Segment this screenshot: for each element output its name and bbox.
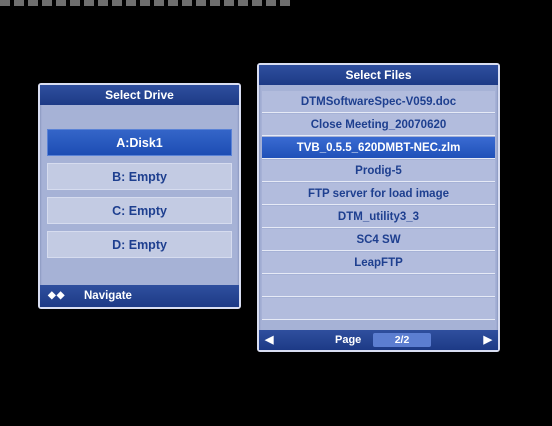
file-row-empty <box>262 275 495 297</box>
file-row-empty <box>262 298 495 320</box>
drive-item-b[interactable]: B: Empty <box>47 163 232 190</box>
file-row[interactable]: SC4 SW <box>262 229 495 251</box>
file-row[interactable]: DTMSoftwareSpec-V059.doc <box>262 91 495 113</box>
select-files-title: Select Files <box>259 65 498 85</box>
next-page-arrow-icon[interactable]: ▶ <box>484 330 492 350</box>
previous-page-arrow-icon[interactable]: ◀ <box>265 330 273 350</box>
file-row[interactable]: FTP server for load image <box>262 183 495 205</box>
screen-edge-artifact <box>0 0 292 6</box>
select-files-panel: Select Files DTMSoftwareSpec-V059.doc Cl… <box>257 63 500 352</box>
page-label: Page <box>335 334 362 346</box>
file-row[interactable]: Prodig-5 <box>262 160 495 182</box>
select-drive-title: Select Drive <box>40 85 239 105</box>
navigate-label: Navigate <box>84 290 132 302</box>
drive-item-c[interactable]: C: Empty <box>47 197 232 224</box>
drive-item-d[interactable]: D: Empty <box>47 231 232 258</box>
file-row[interactable]: DTM_utility3_3 <box>262 206 495 228</box>
navigate-hint-bar: ◆◆ Navigate <box>40 285 239 307</box>
file-row-selected[interactable]: TVB_0.5.5_620DMBT-NEC.zlm <box>262 137 495 159</box>
file-row[interactable]: LeapFTP <box>262 252 495 274</box>
select-drive-panel: Select Drive A:Disk1 B: Empty C: Empty D… <box>38 83 241 309</box>
file-row[interactable]: Close Meeting_20070620 <box>262 114 495 136</box>
up-down-arrows-icon: ◆◆ <box>48 290 66 301</box>
drive-item-a[interactable]: A:Disk1 <box>47 129 232 156</box>
page-indicator: 2/2 <box>373 333 431 347</box>
page-navigation-bar: ◀ Page 2/2 ▶ <box>259 330 498 350</box>
